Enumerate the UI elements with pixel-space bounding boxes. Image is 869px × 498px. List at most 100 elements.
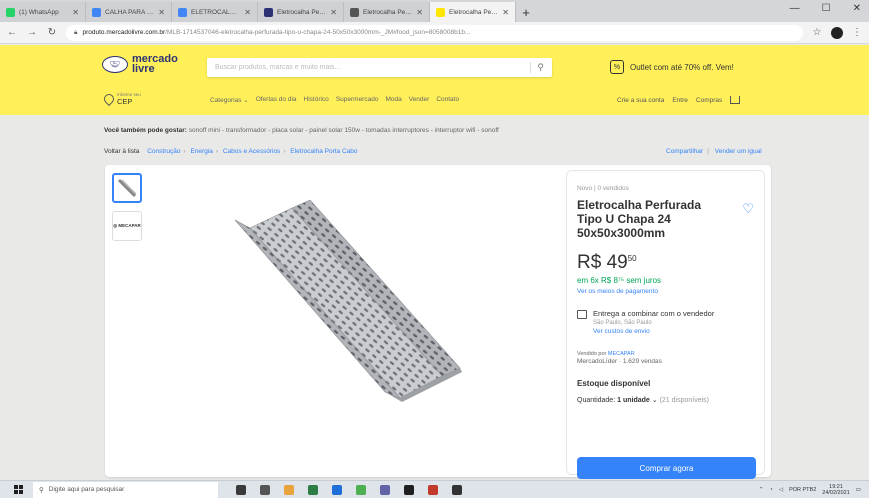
cep-selector[interactable]: Informe seu CEP [101, 91, 141, 107]
seller-name-link[interactable]: MECAPAR [608, 351, 635, 357]
category-nav-item[interactable]: Ofertas do dia [256, 96, 297, 104]
taskbar-app-icon[interactable] [236, 484, 246, 495]
taskbar-app-icon[interactable] [260, 484, 270, 495]
payment-methods-link[interactable]: Ver os meios de pagamento [577, 288, 754, 295]
url-field[interactable]: 🔒︎ produto.mercadolivre.com.br /MLB-1714… [66, 24, 803, 41]
create-account-link[interactable]: Crie a sua conta [617, 97, 664, 104]
tab-strip: (1) WhatsApp✕CALHA PARA FIAÇÃO - Goo✕ELE… [0, 0, 869, 22]
new-tab-button[interactable]: + [516, 2, 536, 22]
browser-tab[interactable]: Eletrocalha Perfurada Galv. ✕ [344, 2, 430, 22]
tray-arrow-icon[interactable]: ⌃ [759, 487, 764, 493]
currency: R$ [577, 252, 602, 273]
clock[interactable]: 19:21 24/02/2021 [822, 484, 850, 496]
windows-taskbar: ⚲ Digite aqui para pesquisar ⌃ ◔ ◁ POR P… [0, 480, 869, 498]
product-image[interactable] [230, 200, 560, 480]
back-icon[interactable]: ← [6, 27, 18, 38]
category-nav-item[interactable]: Categorias ⌄ [210, 96, 249, 104]
breadcrumb-item[interactable]: Cabos e Acessórios [223, 148, 280, 155]
breadcrumb-item[interactable]: Eletrocalha Porta Cabo [290, 148, 357, 155]
forward-icon[interactable]: → [26, 27, 38, 38]
tab-label: ELETROCALHA perfurada - [191, 8, 240, 16]
mercado-livre-logo[interactable]: 🤝︎ mercado livre [102, 54, 178, 75]
login-link[interactable]: Entre [672, 97, 688, 104]
taskbar-app-icon[interactable] [452, 484, 462, 495]
related-links[interactable]: sonoff mini - transformador - placa sola… [189, 127, 499, 134]
category-nav-item[interactable]: Histórico [304, 96, 329, 104]
taskbar-search-input[interactable]: ⚲ Digite aqui para pesquisar [33, 481, 218, 498]
category-nav-item[interactable]: Moda [385, 96, 401, 104]
shipping-main: Entrega a combinar com o vendedor [593, 309, 715, 318]
quantity-value: 1 unidade [617, 397, 650, 404]
taskbar-app-icon[interactable] [428, 484, 438, 495]
notifications-icon[interactable]: ▭ [856, 487, 861, 493]
outlet-promo[interactable]: % Outlet com até 70% off. Vem! [610, 60, 734, 74]
tab-close-icon[interactable]: ✕ [330, 8, 337, 17]
purchases-link[interactable]: Compras [696, 97, 722, 104]
thumbnail-1[interactable] [112, 173, 142, 203]
tab-label: Eletrocalha Perfurada Tipo [277, 8, 326, 16]
thumbnail-list: ◎ MECAPAR [112, 173, 142, 241]
breadcrumb-item[interactable]: Construção [147, 148, 180, 155]
browser-tab[interactable]: Eletrocalha Perfurada Tipo ✕ [430, 2, 516, 22]
taskbar-app-icon[interactable] [308, 484, 318, 495]
share-links: Compartilhar | Vender um igual [666, 148, 762, 155]
thumbnail-2[interactable]: ◎ MECAPAR [112, 211, 142, 241]
price: R$ 4950 [577, 252, 754, 274]
product-card: ◎ MECAPAR Novo | 0 vendidos Eletrocalha … [105, 165, 771, 480]
tab-close-icon[interactable]: ✕ [502, 8, 509, 17]
quantity-label: Quantidade: [577, 397, 616, 404]
minimize-icon[interactable]: — [790, 3, 800, 14]
seller-info: Vendido por MECAPAR MercadoLíder · 1.629… [577, 351, 754, 365]
quantity-selector[interactable]: Quantidade: 1 unidade ⌄ (21 disponíveis) [577, 396, 754, 404]
product-title: Eletrocalha Perfurada Tipo U Chapa 24 50… [577, 198, 702, 240]
windows-start-icon[interactable] [14, 485, 23, 494]
close-icon[interactable]: ✕ [853, 3, 861, 14]
sell-similar-link[interactable]: Vender um igual [715, 148, 762, 155]
cep-text: Informe seu CEP [117, 92, 141, 106]
taskbar-app-icon[interactable] [332, 484, 342, 495]
outlet-bag-icon: % [610, 60, 624, 74]
tab-favicon-icon [6, 7, 15, 17]
browser-tab[interactable]: ELETROCALHA perfurada - ✕ [172, 2, 258, 22]
url-host: produto.mercadolivre.com.br [82, 29, 166, 36]
tab-label: (1) WhatsApp [19, 8, 59, 16]
menu-icon[interactable]: ⋮ [851, 27, 863, 38]
profile-avatar[interactable] [831, 26, 843, 39]
tab-close-icon[interactable]: ✕ [158, 8, 165, 17]
search-icon[interactable]: ⚲ [530, 62, 544, 73]
browser-tab[interactable]: Eletrocalha Perfurada Tipo ✕ [258, 2, 344, 22]
browser-tab[interactable]: CALHA PARA FIAÇÃO - Goo ✕ [86, 2, 172, 22]
browser-tab[interactable]: (1) WhatsApp ✕ [0, 2, 86, 22]
taskbar-app-icon[interactable] [404, 484, 414, 495]
language-indicator[interactable]: POR PTB2 [789, 487, 816, 493]
tab-close-icon[interactable]: ✕ [72, 8, 79, 17]
breadcrumb-item[interactable]: Energia [190, 148, 212, 155]
handshake-icon: 🤝︎ [102, 55, 128, 73]
reload-icon[interactable]: ↻ [46, 27, 58, 38]
maximize-icon[interactable]: ☐ [822, 3, 831, 14]
taskbar-app-icon[interactable] [284, 484, 294, 495]
share-link[interactable]: Compartilhar [666, 148, 703, 155]
back-to-list-link[interactable]: Voltar à lista [104, 148, 139, 155]
url-path: /MLB-1714537046-eletrocalha-perfurada-ti… [165, 29, 471, 36]
category-nav-item[interactable]: Supermercado [336, 96, 379, 104]
search-icon: ⚲ [39, 486, 44, 494]
favorite-heart-icon[interactable]: ♡ [742, 201, 754, 217]
window-controls: — ☐ ✕ [790, 3, 861, 14]
shipping-cost-link[interactable]: Ver custos de envio [593, 328, 714, 335]
star-icon[interactable]: ☆ [811, 27, 823, 38]
taskbar-app-icon[interactable] [380, 484, 390, 495]
related-searches: Você também pode gostar: sonoff mini - t… [104, 127, 499, 134]
cart-icon[interactable] [730, 96, 741, 104]
brand-logo-thumb: ◎ MECAPAR [113, 223, 141, 228]
search-input[interactable]: Buscar produtos, marcas e muito mais... … [207, 58, 552, 77]
tab-close-icon[interactable]: ✕ [244, 8, 251, 17]
volume-icon[interactable]: ◁ [779, 487, 783, 493]
site-header: 🤝︎ mercado livre Buscar produtos, marcas… [0, 45, 869, 115]
tab-close-icon[interactable]: ✕ [416, 8, 423, 17]
category-nav-item[interactable]: Vender [409, 96, 430, 104]
category-nav-item[interactable]: Contato [436, 96, 459, 104]
network-icon[interactable]: ◔ [770, 487, 773, 493]
taskbar-app-icon[interactable] [356, 484, 366, 495]
buy-now-button[interactable]: Comprar agora [577, 457, 756, 479]
